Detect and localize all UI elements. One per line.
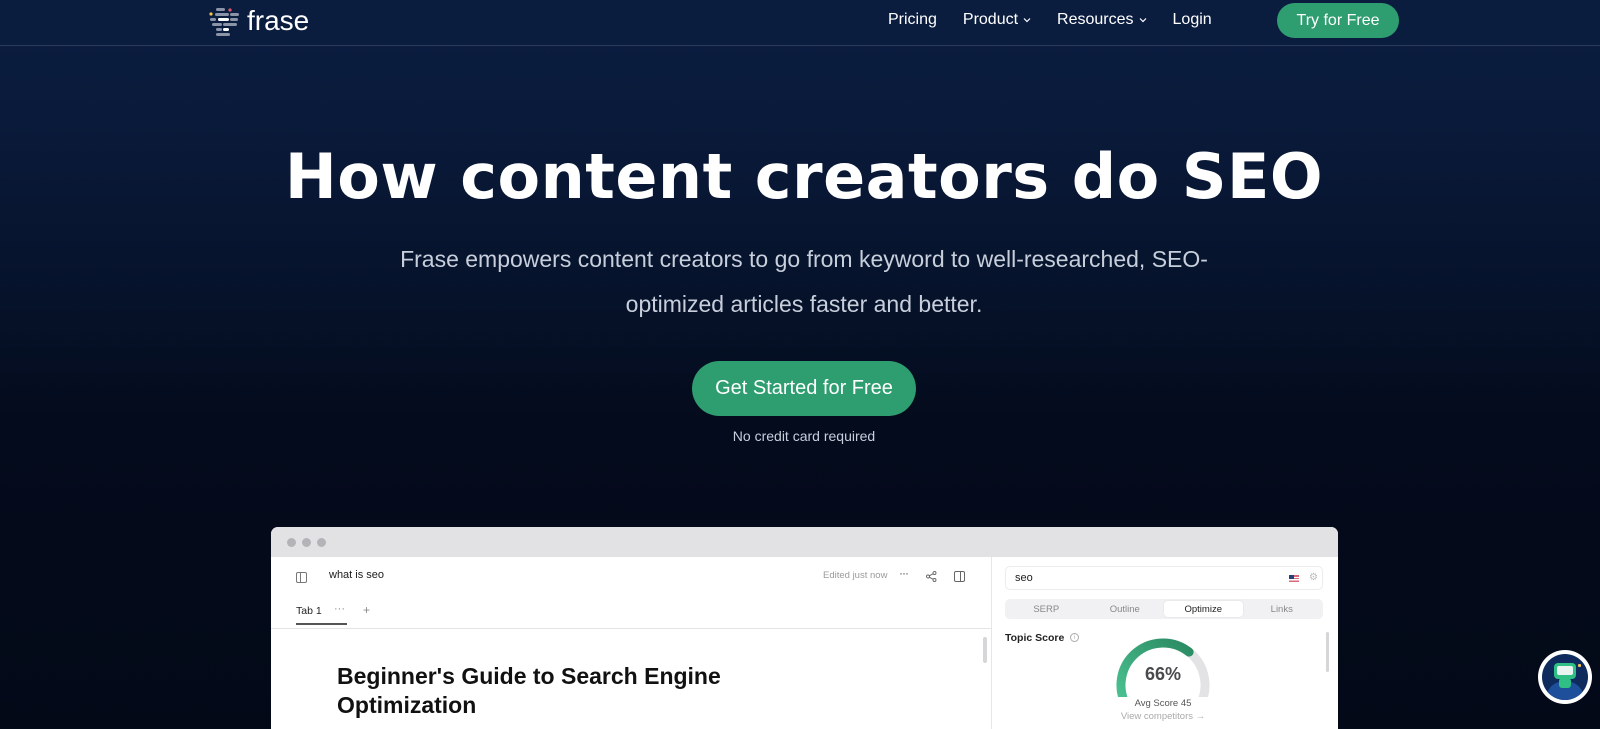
tab-links[interactable]: Links [1243,601,1322,617]
nav-link-label: Product [962,11,1019,28]
get-started-button[interactable]: Get Started for Free [692,361,916,416]
edit-status: Edited just now [823,570,888,581]
editor-toolbar: what is seo Edited just now ··· [271,557,992,597]
nav-link-resources[interactable]: Resources [1057,11,1146,29]
topic-score-label: Topic Score [1005,632,1065,644]
chat-widget-button[interactable] [1538,650,1592,704]
share-icon[interactable] [926,571,937,582]
logo-text: frase [247,5,310,36]
seo-panel: seo ⚙ SERP Outline Optimize Links Topic … [993,557,1338,729]
keyword-value: seo [1015,572,1033,584]
robot-screen [1557,666,1573,675]
sidebar-toggle-icon[interactable] [296,572,307,583]
add-tab-icon[interactable]: + [363,603,370,617]
nav-link-label: Login [1172,11,1212,28]
ellipsis-icon[interactable]: ··· [899,566,909,580]
window-titlebar [271,527,1338,557]
nav-link-label: Resources [1057,11,1134,28]
keyword-search-input[interactable]: seo ⚙ [1005,566,1323,590]
avg-score: Avg Score 45 [1134,698,1192,709]
tab-optimize[interactable]: Optimize [1164,601,1243,617]
hero-title: How content creators do SEO [284,140,1324,213]
document-editor: what is seo Edited just now ··· Tab 1 ··… [271,557,992,729]
window-dot-icon [317,537,326,547]
document-tabs: Tab 1 ··· + [271,597,992,629]
document-title[interactable]: what is seo [329,569,384,581]
chevron-down-icon [1139,18,1146,23]
panel-scrollbar[interactable] [1326,632,1329,672]
top-navigation: frase Pricing Product Resources Login Tr… [0,0,1600,46]
robot-neck [1559,678,1571,688]
frase-logo-icon [209,8,239,36]
panel-toggle-icon[interactable] [954,571,965,582]
window-dot-icon [287,537,296,547]
topic-score-value: 66% [1144,664,1182,684]
logo[interactable]: frase [208,5,309,37]
sparkle-icon [1578,664,1581,667]
nav-link-label: Pricing [888,11,937,28]
no-credit-card-note: No credit card required [732,428,876,444]
try-for-free-button[interactable]: Try for Free [1277,3,1399,38]
panel-tabs: SERP Outline Optimize Links [1005,599,1323,619]
nav-links: Pricing Product Resources Login [888,11,1238,29]
nav-link-product[interactable]: Product [963,11,1031,29]
hero-subtitle: Frase empowers content creators to go fr… [400,246,1208,317]
view-competitors-link[interactable]: View competitors → [1111,711,1215,722]
robot-assistant-icon [1542,654,1588,700]
window-dot-icon [302,537,311,547]
chevron-down-icon [1023,18,1031,23]
nav-link-pricing[interactable]: Pricing [888,11,937,29]
tab-serp[interactable]: SERP [1007,601,1086,617]
us-flag-icon[interactable] [1289,575,1299,582]
info-icon[interactable]: i [1070,633,1079,642]
app-preview-window: what is seo Edited just now ··· Tab 1 ··… [271,527,1338,729]
document-heading[interactable]: Beginner's Guide to Search Engine Optimi… [337,662,757,720]
editor-scrollbar[interactable] [983,637,987,663]
tab-outline[interactable]: Outline [1086,601,1165,617]
nav-link-login[interactable]: Login [1173,11,1212,29]
settings-gear-icon[interactable]: ⚙ [1309,572,1318,583]
tab-options-icon[interactable]: ··· [334,603,345,615]
